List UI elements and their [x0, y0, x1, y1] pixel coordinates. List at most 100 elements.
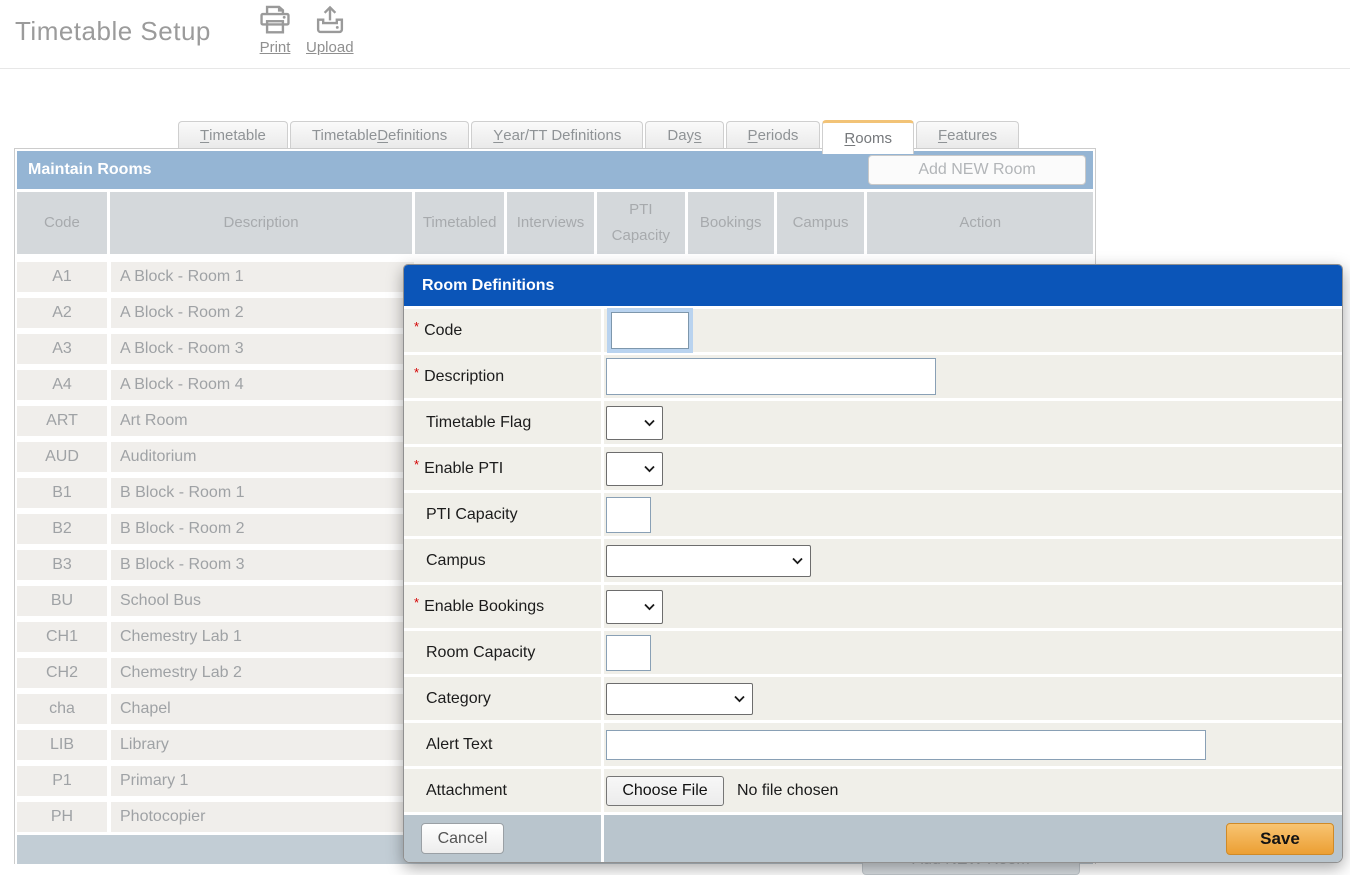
tab-periods[interactable]: Periods: [726, 121, 821, 149]
cancel-button[interactable]: Cancel: [421, 823, 504, 854]
panel-title: Maintain Rooms: [28, 161, 152, 179]
field-label-code: *Code: [404, 309, 601, 352]
room-description-cell: A Block - Room 3: [111, 334, 414, 364]
enable-bookings-select[interactable]: [606, 590, 663, 624]
field-label-enable-pti: *Enable PTI: [404, 447, 601, 490]
room-description-cell: B Block - Room 3: [111, 550, 414, 580]
column-header-interviews: Interviews: [507, 192, 594, 254]
column-header-timetabled: Timetabled: [415, 192, 504, 254]
field-area-enable-pti: [604, 447, 1342, 490]
tab-timetable-definitions[interactable]: Timetable Definitions: [290, 121, 469, 149]
room-description-cell: Library: [111, 730, 414, 760]
room-code-cell: LIB: [17, 730, 107, 760]
room-description-cell: B Block - Room 2: [111, 514, 414, 544]
field-label-description: *Description: [404, 355, 601, 398]
room-code-cell: BU: [17, 586, 107, 616]
form-row-code: *Code: [404, 309, 1342, 352]
column-header-bookings: Bookings: [688, 192, 774, 254]
room-code-cell: AUD: [17, 442, 107, 472]
form-row-pti-capacity: PTI Capacity: [404, 493, 1342, 536]
modal-form: *Code*DescriptionTimetable Flag*Enable P…: [404, 309, 1342, 812]
room-code-cell: ART: [17, 406, 107, 436]
tab-rooms[interactable]: Rooms: [822, 120, 914, 154]
form-row-room-capacity: Room Capacity: [404, 631, 1342, 674]
room-description-cell: Chapel: [111, 694, 414, 724]
save-button[interactable]: Save: [1226, 823, 1334, 855]
print-label[interactable]: Print: [260, 39, 291, 56]
alert-text-input[interactable]: [606, 730, 1206, 760]
column-header-pti-capacity: PTI Capacity: [597, 192, 685, 254]
form-row-timetable-flag: Timetable Flag: [404, 401, 1342, 444]
timetable-flag-select[interactable]: [606, 406, 663, 440]
page-title: Timetable Setup: [15, 16, 211, 47]
field-area-enable-bookings: [604, 585, 1342, 628]
field-area-alert-text: [604, 723, 1342, 766]
field-area-code: [604, 309, 1342, 352]
room-description-cell: Photocopier: [111, 802, 414, 832]
column-header-action: Action: [867, 192, 1093, 254]
column-header-code: Code: [17, 192, 107, 254]
upload-button[interactable]: Upload: [306, 4, 354, 56]
campus-select[interactable]: [606, 545, 811, 577]
modal-header: Room Definitions: [404, 265, 1342, 306]
toolbar: Print Upload: [256, 4, 354, 56]
room-description-cell: A Block - Room 2: [111, 298, 414, 328]
printer-icon: [256, 4, 294, 40]
column-header-description: Description: [110, 192, 412, 254]
modal-footer-right: Save: [604, 815, 1342, 862]
field-label-alert-text: Alert Text: [404, 723, 601, 766]
tab-timetable[interactable]: Timetable: [178, 121, 288, 149]
field-area-attachment: Choose File No file chosen: [604, 769, 1342, 812]
room-code-cell: A1: [17, 262, 107, 292]
table-header-row: CodeDescriptionTimetabledInterviewsPTI C…: [17, 192, 1093, 254]
tab-features[interactable]: Features: [916, 121, 1019, 149]
room-code-cell: CH2: [17, 658, 107, 688]
column-header-campus: Campus: [777, 192, 865, 254]
field-label-attachment: Attachment: [404, 769, 601, 812]
field-label-category: Category: [404, 677, 601, 720]
required-asterisk: *: [414, 365, 419, 380]
field-label-campus: Campus: [404, 539, 601, 582]
form-row-category: Category: [404, 677, 1342, 720]
tab-days[interactable]: Days: [645, 121, 723, 149]
description-input[interactable]: [606, 358, 936, 395]
print-button[interactable]: Print: [256, 4, 294, 56]
room-description-cell: Chemestry Lab 1: [111, 622, 414, 652]
file-status-text: No file chosen: [737, 782, 838, 800]
room-code-cell: cha: [17, 694, 107, 724]
chevron-down-icon: [734, 695, 745, 702]
form-row-campus: Campus: [404, 539, 1342, 582]
room-code-cell: B1: [17, 478, 107, 508]
room-code-cell: PH: [17, 802, 107, 832]
room-definitions-modal: Room Definitions *Code*DescriptionTimeta…: [403, 264, 1343, 863]
field-label-pti-capacity: PTI Capacity: [404, 493, 601, 536]
chevron-down-icon: [644, 465, 655, 472]
form-row-enable-pti: *Enable PTI: [404, 447, 1342, 490]
room-code-cell: A2: [17, 298, 107, 328]
pti-capacity-input[interactable]: [606, 497, 651, 533]
choose-file-button[interactable]: Choose File: [606, 776, 724, 806]
modal-title: Room Definitions: [422, 277, 554, 295]
required-asterisk: *: [414, 457, 419, 472]
field-area-campus: [604, 539, 1342, 582]
page-header: Timetable Setup Print Upload: [0, 0, 1350, 69]
add-new-room-button[interactable]: Add NEW Room: [868, 155, 1086, 185]
field-label-timetable-flag: Timetable Flag: [404, 401, 601, 444]
code-input[interactable]: [611, 312, 689, 349]
upload-label[interactable]: Upload: [306, 39, 354, 56]
room-description-cell: Primary 1: [111, 766, 414, 796]
form-row-alert-text: Alert Text: [404, 723, 1342, 766]
field-label-room-capacity: Room Capacity: [404, 631, 601, 674]
room-code-cell: B3: [17, 550, 107, 580]
tab-year-tt-definitions[interactable]: Year/TT Definitions: [471, 121, 643, 149]
category-select[interactable]: [606, 683, 753, 715]
tab-bar: TimetableTimetable DefinitionsYear/TT De…: [178, 119, 1021, 149]
modal-footer-left: Cancel: [404, 815, 601, 862]
required-asterisk: *: [414, 319, 419, 334]
modal-footer: Cancel Save: [404, 815, 1342, 862]
field-area-room-capacity: [604, 631, 1342, 674]
room-capacity-input[interactable]: [606, 635, 651, 671]
form-row-attachment: AttachmentChoose File No file chosen: [404, 769, 1342, 812]
enable-pti-select[interactable]: [606, 452, 663, 486]
required-asterisk: *: [414, 595, 419, 610]
